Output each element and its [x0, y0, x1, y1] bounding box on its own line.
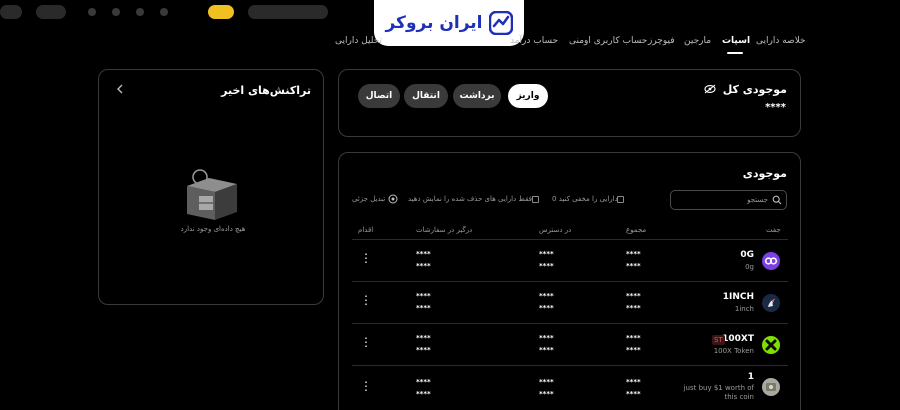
- top-bar-pill[interactable]: [0, 5, 22, 19]
- total-value: ****: [626, 250, 641, 258]
- available-value: ****: [539, 334, 554, 342]
- coin-name: 100XT: [722, 334, 754, 344]
- total-value-secondary: ****: [626, 304, 641, 312]
- empty-state-text: هیچ داده‌ای وجود ندارد: [180, 225, 246, 233]
- top-bar-highlight-button[interactable]: [208, 5, 234, 19]
- nav-earn-account[interactable]: حساب درآمد: [510, 36, 558, 50]
- coin-icon-1: [762, 378, 780, 396]
- search-placeholder: جستجو: [747, 196, 768, 204]
- more-actions-icon[interactable]: ⋮: [360, 251, 372, 265]
- hide-zero-checkbox[interactable]: [617, 196, 624, 203]
- nav-asset-analysis[interactable]: تحلیل دارایی: [335, 36, 382, 50]
- deposit-button[interactable]: واریز: [508, 84, 548, 108]
- nav-margin[interactable]: مارجین: [684, 36, 711, 50]
- in-orders-value: ****: [416, 250, 431, 258]
- nav-spot[interactable]: اسپات: [722, 36, 750, 50]
- available-value-secondary: ****: [539, 390, 554, 398]
- top-bar-search[interactable]: [248, 5, 328, 19]
- withdraw-button[interactable]: برداشت: [453, 84, 501, 108]
- transfer-button[interactable]: انتقال: [404, 84, 448, 108]
- show-delisted-checkbox[interactable]: [532, 196, 539, 203]
- available-value: ****: [539, 250, 554, 258]
- brand-logo: ایران بروکر: [374, 0, 524, 46]
- nav-unified-account[interactable]: حساب کاربری اومنی: [569, 36, 647, 50]
- available-value-secondary: ****: [539, 304, 554, 312]
- empty-box-icon: [183, 168, 239, 224]
- connect-button[interactable]: اتصال: [358, 84, 400, 108]
- header-divider: [352, 239, 788, 240]
- top-bar-pill[interactable]: [36, 5, 66, 19]
- col-in-orders: درگیر در سفارشات: [416, 226, 473, 234]
- col-total: مجموع: [626, 226, 647, 234]
- total-balance-value: ****: [765, 102, 786, 113]
- small-convert-button[interactable]: تبدیل جزئی: [352, 195, 385, 203]
- total-value: ****: [626, 334, 641, 342]
- search-icon: [772, 195, 782, 205]
- available-value-secondary: ****: [539, 262, 554, 270]
- col-action: اقدام: [358, 226, 374, 234]
- recent-transactions-card: تراکنش‌های اخیر هیچ داده‌ای وجود ندارد: [98, 69, 324, 305]
- nav-active-indicator: [727, 52, 743, 54]
- top-bar-icon[interactable]: [160, 8, 168, 16]
- top-bar-icon[interactable]: [88, 8, 96, 16]
- coin-icon-100xt: [762, 336, 780, 354]
- coin-subname: 1inch: [734, 305, 754, 313]
- show-delisted-label: فقط دارایی های حذف شده را نمایش دهید: [408, 195, 532, 203]
- in-orders-value-secondary: ****: [416, 304, 431, 312]
- coin-subname: 100X Token: [713, 347, 754, 355]
- nav-summary[interactable]: خلاصه دارایی: [756, 36, 806, 50]
- recent-transactions-title: تراکنش‌های اخیر: [221, 84, 311, 97]
- coin-icon-0g: [762, 252, 780, 270]
- in-orders-value-secondary: ****: [416, 346, 431, 354]
- total-balance-title: موجودی کل: [722, 83, 787, 96]
- in-orders-value: ****: [416, 334, 431, 342]
- st-badge: ST: [712, 335, 725, 345]
- total-value: ****: [626, 378, 641, 386]
- chart-check-icon: [488, 11, 513, 35]
- convert-icon[interactable]: [388, 194, 398, 204]
- available-value: ****: [539, 292, 554, 300]
- asset-search-input[interactable]: جستجو: [670, 190, 787, 210]
- available-value: ****: [539, 378, 554, 386]
- coin-name: 0G: [740, 250, 754, 260]
- balances-title: موجودی: [742, 167, 787, 180]
- row-divider: [352, 281, 788, 282]
- col-available: در دسترس: [539, 226, 572, 234]
- more-actions-icon[interactable]: ⋮: [360, 379, 372, 393]
- eye-off-icon[interactable]: [704, 84, 716, 94]
- hide-zero-label: 0 دارایی را مخفی کنید: [552, 195, 618, 203]
- nav-futures[interactable]: فیوچرز: [648, 36, 675, 50]
- col-pair: جفت: [766, 226, 781, 234]
- row-divider: [352, 323, 788, 324]
- coin-subname: 0g: [745, 263, 754, 271]
- total-value-secondary: ****: [626, 390, 641, 398]
- in-orders-value-secondary: ****: [416, 390, 431, 398]
- chevron-left-icon[interactable]: [115, 84, 125, 94]
- brand-logo-text: ایران بروکر: [385, 13, 483, 33]
- in-orders-value: ****: [416, 292, 431, 300]
- total-balance-card: موجودی کل **** واریز برداشت انتقال اتصال: [338, 69, 801, 137]
- available-value-secondary: ****: [539, 346, 554, 354]
- coin-name: 1: [747, 372, 754, 382]
- more-actions-icon[interactable]: ⋮: [360, 293, 372, 307]
- more-actions-icon[interactable]: ⋮: [360, 335, 372, 349]
- coin-subname: just buy $1 worth of this coin: [683, 384, 754, 401]
- in-orders-value: ****: [416, 378, 431, 386]
- total-value-secondary: ****: [626, 262, 641, 270]
- coin-name: 1INCH: [722, 292, 754, 302]
- top-bar-icon[interactable]: [112, 8, 120, 16]
- coin-icon-1inch: [762, 294, 780, 312]
- total-value-secondary: ****: [626, 346, 641, 354]
- total-value: ****: [626, 292, 641, 300]
- in-orders-value-secondary: ****: [416, 262, 431, 270]
- row-divider: [352, 365, 788, 366]
- top-bar-icon[interactable]: [136, 8, 144, 16]
